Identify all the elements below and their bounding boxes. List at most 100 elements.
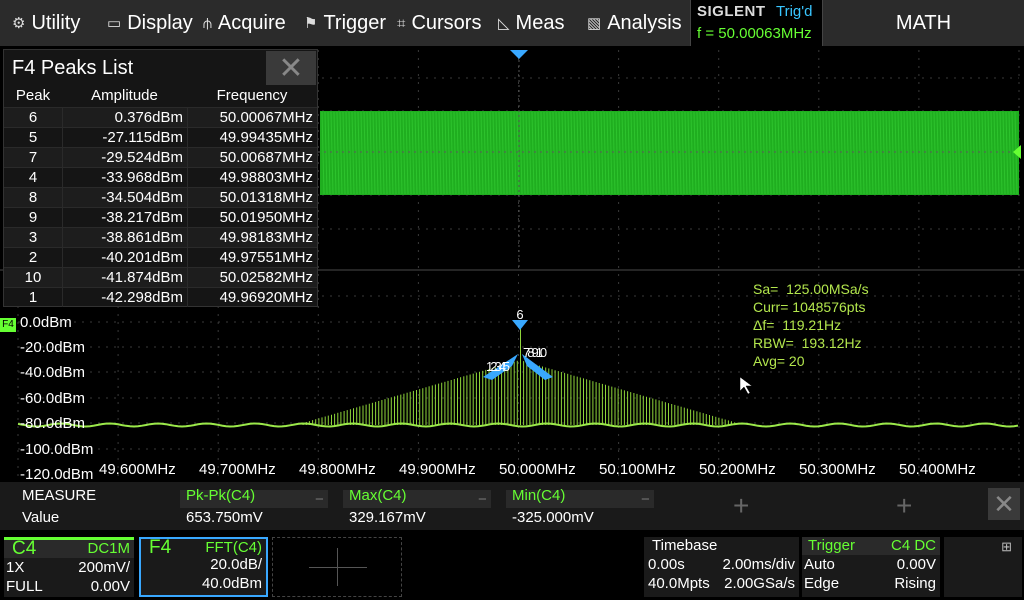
channel-c4-probe: 1X [6, 559, 25, 576]
peak-row: 7 -29.524dBm 50.00687MHz [4, 147, 317, 167]
fft-avg: Avg= 20 [753, 353, 805, 369]
x-label-7: 50.300MHz [799, 461, 876, 478]
menu-trigger[interactable]: ⚑ Trigger [304, 0, 386, 46]
menu-analysis[interactable]: ▧ Analysis [587, 0, 682, 46]
network-status[interactable]: ⊞ [944, 537, 1022, 597]
x-label-6: 50.200MHz [699, 461, 776, 478]
measure-item-2[interactable]: Max(C4) 329.167mV [349, 487, 426, 526]
mouse-pointer-icon [739, 376, 753, 395]
peak-row: 4 -33.968dBm 49.98803MHz [4, 167, 317, 187]
trigger-position-marker[interactable] [510, 50, 528, 59]
peak-amplitude: -38.861dBm [62, 228, 187, 247]
measure-labels: MEASURE Value [22, 487, 96, 526]
peak-frequency: 49.99435MHz [187, 128, 317, 147]
trigger-source: C4 DC [890, 537, 936, 554]
x-label-1: 49.700MHz [199, 461, 276, 478]
measure-item-3[interactable]: Min(C4) -325.000mV [512, 487, 594, 526]
y-label-4: -80.0dBm [20, 415, 86, 432]
peak-amplitude: 0.376dBm [62, 108, 187, 127]
channel-f4-reference: 40.0dBm [201, 575, 262, 592]
peak-row: 8 -34.504dBm 50.01318MHz [4, 187, 317, 207]
timebase-scale: 2.00ms/div [722, 556, 795, 573]
fft-rbw: RBW= 193.12Hz [753, 335, 862, 351]
col-peak: Peak [15, 87, 51, 104]
menu-analysis-label: Analysis [607, 11, 682, 34]
y-label-3: -60.0dBm [20, 390, 86, 407]
f4-reference-marker[interactable]: F4 [0, 318, 16, 332]
peak-amplitude: -42.298dBm [62, 288, 187, 307]
trigger-type: Edge [804, 575, 840, 592]
minus-icon: − [478, 491, 487, 508]
measure-icon: ◺ [498, 15, 510, 32]
timebase-box[interactable]: Timebase 0.00s 2.00ms/div 40.0Mpts 2.00G… [644, 537, 799, 597]
trigger-mode: Auto [804, 556, 835, 573]
add-measure-icon[interactable]: + [896, 490, 912, 522]
menu-display[interactable]: ▭ Display [107, 0, 193, 46]
peak-index: 10 [24, 269, 42, 286]
peak-amplitude: -34.504dBm [62, 188, 187, 207]
x-label-3: 49.900MHz [399, 461, 476, 478]
close-icon[interactable]: ✕ [266, 51, 316, 85]
channel-f4-source: FFT(C4) [205, 539, 262, 556]
add-measure-icon[interactable]: + [733, 490, 749, 522]
close-icon[interactable]: ✕ [988, 488, 1020, 520]
math-menu[interactable]: MATH [823, 0, 1024, 46]
channel-f4-scale: 20.0dB/ [210, 556, 262, 573]
measure-item-3-value: -325.000mV [512, 509, 594, 526]
peak-amplitude: -41.874dBm [62, 268, 187, 287]
trigger-level: 0.00V [896, 556, 936, 573]
peak-frequency: 50.01318MHz [187, 188, 317, 207]
x-label-4: 50.000MHz [499, 461, 576, 478]
brand-logo: SIGLENT [697, 3, 766, 20]
peak-labels-left: 12345 [486, 359, 510, 374]
x-label-8: 50.400MHz [899, 461, 976, 478]
fft-sample-rate: Sa= 125.00MSa/s [753, 281, 869, 297]
channel-c4-offset: 0.00V [90, 578, 130, 595]
peak-index: 7 [28, 149, 38, 166]
peak-amplitude: -33.968dBm [62, 168, 187, 187]
x-label-2: 49.800MHz [299, 461, 376, 478]
y-label-5: -100.0dBm [20, 441, 94, 458]
peak-frequency: 50.01950MHz [187, 208, 317, 227]
peak-row: 2 -40.201dBm 49.97551MHz [4, 247, 317, 267]
peak-frequency: 49.98183MHz [187, 228, 317, 247]
channel-c4-box[interactable]: C4 DC1M 1X 200mV/ FULL 0.00V [4, 537, 134, 597]
trigger-slope: Rising [894, 575, 936, 592]
measure-header-label: MEASURE [22, 487, 97, 504]
peak-row: 9 -38.217dBm 50.01950MHz [4, 207, 317, 227]
menu-display-label: Display [127, 11, 193, 34]
menu-acquire[interactable]: ⫛ Acquire [203, 0, 286, 46]
peak-index: 9 [28, 209, 38, 226]
peaks-list-title: F4 Peaks List [12, 57, 134, 79]
add-channel-slot[interactable] [272, 537, 402, 597]
peak-amplitude: -38.217dBm [62, 208, 187, 227]
timebase-delay: 0.00s [648, 556, 685, 573]
channel-c4-bandwidth: FULL [6, 578, 43, 595]
peak-index: 4 [28, 169, 38, 186]
col-amplitude: Amplitude [91, 87, 158, 104]
x-label-0: 49.600MHz [99, 461, 176, 478]
peak-index: 6 [28, 109, 38, 126]
flag-icon: ⚑ [304, 15, 318, 32]
measure-item-1[interactable]: Pk-Pk(C4) 653.750mV [186, 487, 263, 526]
cursor-grid-icon: ⌗ [397, 14, 406, 32]
trigger-title: Trigger [808, 537, 855, 554]
measure-item-1-name: Pk-Pk(C4) [186, 487, 256, 504]
menu-meas[interactable]: ◺ Meas [498, 0, 564, 46]
acquire-icon: ⫛ [203, 14, 212, 32]
trigger-box[interactable]: Trigger C4 DC Auto 0.00V Edge Rising [802, 537, 940, 597]
measure-item-2-value: 329.167mV [349, 509, 426, 526]
menu-utility[interactable]: ⚙ Utility [12, 0, 80, 46]
peak-index: 5 [28, 129, 38, 146]
measure-item-1-value: 653.750mV [186, 509, 263, 526]
peak-frequency: 50.02582MHz [187, 268, 317, 287]
menu-meas-label: Meas [515, 11, 565, 34]
x-label-5: 50.100MHz [599, 461, 676, 478]
channel-f4-box[interactable]: F4 FFT(C4) 20.0dB/ 40.0dBm [139, 537, 268, 597]
peaks-list-panel: F4 Peaks List ✕ Peak Amplitude Frequency… [3, 49, 318, 307]
peak-frequency: 50.00067MHz [187, 108, 317, 127]
menu-utility-label: Utility [31, 11, 81, 34]
menu-cursors[interactable]: ⌗ Cursors [397, 0, 481, 46]
fft-delta-f: Δf= 119.21Hz [753, 317, 842, 333]
peak-row: 10 -41.874dBm 50.02582MHz [4, 267, 317, 287]
